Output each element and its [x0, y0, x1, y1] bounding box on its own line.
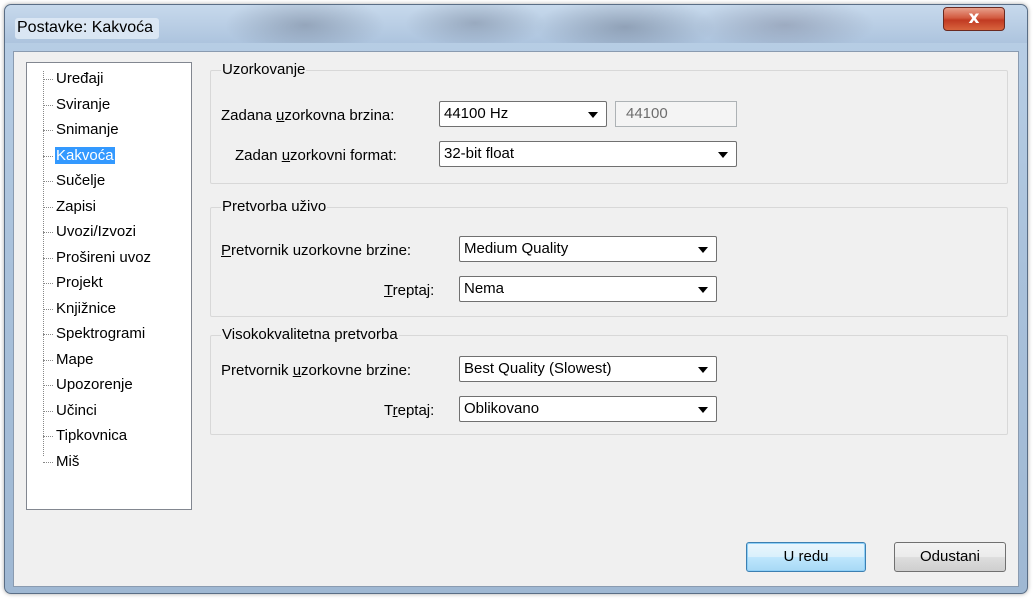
tree-item-label: Knjižnice	[56, 299, 117, 317]
realtime-conversion-group: Pretvorba uživo Pretvornik uzorkovne brz…	[210, 198, 1008, 317]
tree-item-label: Upozorenje	[56, 376, 133, 393]
chevron-down-icon	[588, 112, 598, 118]
sample-format-value: 32-bit float	[444, 145, 515, 162]
tree-item-zapisi[interactable]: Zapisi	[27, 197, 191, 223]
title-bar[interactable]: Postavke: Kakvoća x	[5, 5, 1027, 43]
hq-dither-select[interactable]: Oblikovano	[459, 396, 717, 422]
cancel-button[interactable]: Odustani	[894, 542, 1006, 572]
tree-item-mis[interactable]: Miš	[27, 452, 191, 478]
label-part: zorkovni format:	[290, 147, 397, 164]
tree-item-projekt[interactable]: Projekt	[27, 273, 191, 299]
hq-converter-label: Pretvornik uzorkovne brzine:	[221, 362, 411, 379]
sample-rate-select[interactable]: 44100 Hz	[439, 101, 607, 127]
tree-item-label: Zapisi	[56, 197, 97, 215]
tree-item-sviranje[interactable]: Sviranje	[27, 95, 191, 121]
label-part: retvornik uzorkovne brzine:	[231, 242, 412, 259]
tree-item-kakvoca[interactable]: Kakvoća	[27, 146, 191, 172]
tree-item-label: Snimanje	[56, 121, 119, 138]
hq-converter-value: Best Quality (Slowest)	[464, 360, 612, 377]
chevron-down-icon	[698, 287, 708, 293]
chevron-down-icon	[698, 367, 708, 373]
tree-item-prosireni-uvoz[interactable]: Prošireni uvoz	[27, 248, 191, 274]
tree-item-uvozi-izvozi[interactable]: Uvozi/Izvozi	[27, 222, 191, 248]
tree-item-knjiznice[interactable]: Knjižnice	[27, 299, 191, 325]
realtime-converter-select[interactable]: Medium Quality	[459, 236, 717, 262]
accel-key: P	[221, 242, 232, 259]
label-part: Zadan	[235, 147, 282, 164]
sample-rate-value: 44100 Hz	[444, 105, 509, 122]
close-button[interactable]: x	[943, 7, 1005, 31]
label-part: eptaj:	[397, 402, 435, 419]
sample-format-label: Zadan uzorkovni format:	[235, 147, 397, 164]
preferences-window: Postavke: Kakvoća x Uređaji Sviranje Sni…	[4, 4, 1028, 594]
group-title-hq: Visokokvalitetna pretvorba	[221, 326, 399, 343]
tree-item-tipkovnica[interactable]: Tipkovnica	[27, 426, 191, 452]
tree-item-label: Uvozi/Izvozi	[56, 223, 137, 240]
hq-dither-label: Treptaj:	[384, 402, 434, 419]
group-title-sampling: Uzorkovanje	[221, 61, 307, 78]
window-title: Postavke: Kakvoća	[15, 18, 160, 39]
realtime-converter-value: Medium Quality	[464, 240, 569, 257]
tree-item-spektrogrami[interactable]: Spektrogrami	[27, 324, 191, 350]
chevron-down-icon	[718, 152, 728, 158]
category-tree[interactable]: Uređaji Sviranje Snimanje Kakvoća Sučelj…	[26, 62, 192, 510]
tree-item-label: Spektrogrami	[56, 325, 146, 342]
sample-format-select[interactable]: 32-bit float	[439, 141, 737, 167]
tree-item-upozorenje[interactable]: Upozorenje	[27, 375, 191, 401]
chevron-down-icon	[698, 407, 708, 413]
tree-item-label: Učinci	[56, 401, 97, 419]
tree-item-label: Uređaji	[56, 70, 104, 87]
label-part: reptaj:	[392, 282, 435, 299]
label-part: Zadana	[221, 107, 277, 124]
tree-item-label: Projekt	[56, 274, 103, 291]
dialog-client-area: Uređaji Sviranje Snimanje Kakvoća Sučelj…	[13, 51, 1019, 587]
tree-item-label: Tipkovnica	[56, 427, 128, 444]
tree-item-label: Kakvoća	[55, 146, 115, 164]
realtime-dither-select[interactable]: Nema	[459, 276, 717, 302]
tree-item-ucinci[interactable]: Učinci	[27, 401, 191, 427]
tree-item-label: Sučelje	[56, 172, 106, 189]
chevron-down-icon	[698, 247, 708, 253]
label-part: zorkovne brzine:	[301, 362, 412, 379]
sample-rate-text: 44100	[626, 105, 668, 122]
tree-item-label: Miš	[56, 452, 80, 470]
close-icon: x	[968, 8, 980, 28]
label-part: T	[384, 402, 393, 419]
sampling-group: Uzorkovanje Zadana uzorkovna brzina: 441…	[210, 61, 1008, 184]
hq-conversion-group: Visokokvalitetna pretvorba Pretvornik uz…	[210, 326, 1008, 435]
tree-item-label: Sviranje	[56, 95, 111, 113]
accel-key: T	[384, 282, 393, 299]
sample-rate-label: Zadana uzorkovna brzina:	[221, 107, 394, 124]
hq-converter-select[interactable]: Best Quality (Slowest)	[459, 356, 717, 382]
label-part: Pretvornik	[221, 362, 293, 379]
hq-dither-value: Oblikovano	[464, 400, 540, 417]
sample-rate-input[interactable]: 44100	[615, 101, 737, 127]
tree-item-snimanje[interactable]: Snimanje	[27, 120, 191, 146]
realtime-dither-label: Treptaj:	[384, 282, 434, 299]
tree-item-mape[interactable]: Mape	[27, 350, 191, 376]
accel-key: u	[281, 147, 291, 164]
group-title-realtime: Pretvorba uživo	[221, 198, 328, 215]
label-part: zorkovna brzina:	[284, 107, 395, 124]
category-list: Uređaji Sviranje Snimanje Kakvoća Sučelj…	[27, 63, 191, 477]
realtime-dither-value: Nema	[464, 280, 505, 297]
tree-item-sucelje[interactable]: Sučelje	[27, 171, 191, 197]
tree-item-label: Prošireni uvoz	[56, 248, 152, 266]
tree-item-label: Mape	[56, 350, 94, 368]
tree-item-uredaji[interactable]: Uređaji	[27, 69, 191, 95]
accel-key: u	[292, 362, 302, 379]
realtime-converter-label: Pretvornik uzorkovne brzine:	[221, 242, 411, 259]
ok-button[interactable]: U redu	[746, 542, 866, 572]
